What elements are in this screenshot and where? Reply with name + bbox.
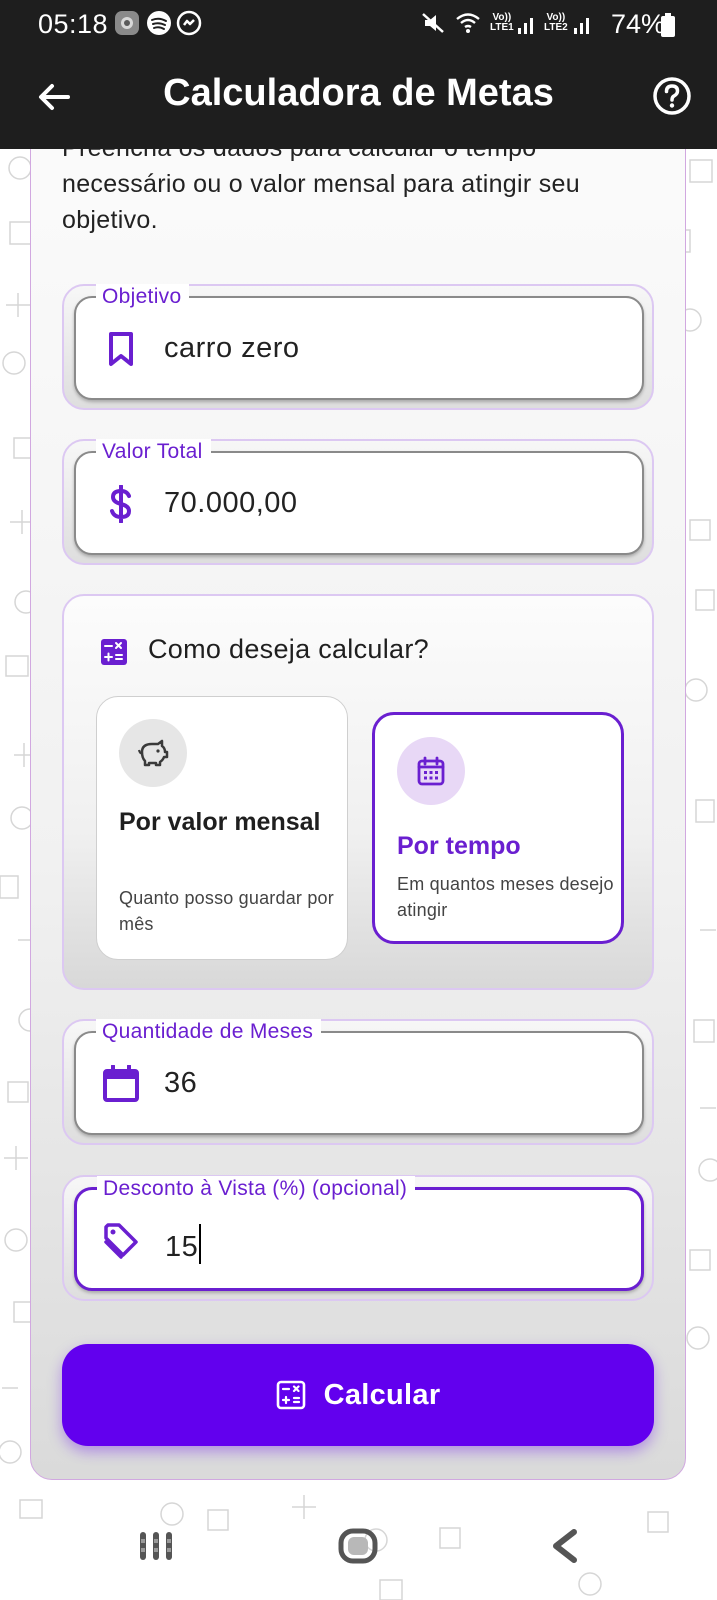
clock: 05:18: [38, 9, 109, 39]
calculation-method-section: Como deseja calcular? Por valor mensal Q…: [62, 594, 654, 990]
objective-label: Objetivo: [96, 284, 190, 310]
wifi-icon: [456, 13, 480, 33]
signal-icon-2: [574, 18, 589, 34]
signal-icon: [518, 18, 533, 34]
system-nav-bar: [0, 1496, 717, 1600]
page-title: Calculadora de Metas: [163, 72, 554, 114]
option-title: Por valor mensal: [119, 808, 321, 836]
calendar-month-icon: [417, 756, 445, 786]
back-icon[interactable]: [544, 1524, 588, 1568]
home-icon[interactable]: [336, 1524, 380, 1568]
months-value: 36: [164, 1067, 198, 1099]
mute-icon: [422, 13, 444, 33]
spotify-icon: [147, 11, 171, 35]
option-description: Em quantos meses desejo atingir: [397, 874, 614, 920]
calculator-icon: [276, 1380, 305, 1410]
battery-icon: [661, 13, 675, 37]
months-field-wrapper: Quantidade de Meses 36: [62, 1019, 654, 1145]
tag-icon: [104, 1223, 138, 1259]
calendar-icon: [103, 1065, 139, 1102]
discount-label: Desconto à Vista (%) (opcional): [97, 1176, 416, 1202]
discount-value: 15: [165, 1231, 199, 1263]
months-label: Quantidade de Meses: [96, 1019, 322, 1045]
bookmark-icon: [109, 332, 133, 366]
option-icon-circle: [397, 737, 465, 805]
calculate-button[interactable]: Calcular: [62, 1344, 654, 1446]
option-title: Por tempo: [397, 832, 521, 860]
option-description: Quanto posso guardar por mês: [119, 888, 334, 934]
network-label-1: Vo)) LTE1: [490, 12, 514, 33]
help-circle-icon[interactable]: [652, 76, 692, 116]
discount-value-wrap: 15: [165, 1224, 202, 1264]
battery-percent: 74%: [610, 9, 665, 39]
option-by-time[interactable]: Por tempo Em quantos meses desejo atingi…: [372, 712, 624, 944]
method-title: Como deseja calcular?: [148, 634, 429, 664]
option-monthly-value[interactable]: Por valor mensal Quanto posso guardar po…: [96, 696, 348, 960]
dollar-icon: [110, 485, 132, 523]
messenger-icon: [176, 10, 202, 36]
total-value-value: 70.000,00: [164, 487, 298, 519]
gallery-app-icon: [115, 11, 139, 35]
calculator-icon: [101, 639, 127, 665]
network-label-2: Vo)) LTE2: [544, 12, 568, 33]
objective-field-wrapper: Objetivo carro zero: [62, 284, 654, 410]
discount-field[interactable]: Desconto à Vista (%) (opcional) 15: [74, 1176, 644, 1291]
discount-field-wrapper: Desconto à Vista (%) (opcional) 15: [62, 1175, 654, 1301]
piggy-bank-icon: [137, 739, 169, 767]
recent-apps-icon[interactable]: [134, 1524, 178, 1568]
objective-value: carro zero: [164, 332, 300, 364]
total-value-field-wrapper: Valor Total 70.000,00: [62, 439, 654, 565]
total-value-field[interactable]: Valor Total 70.000,00: [74, 439, 644, 555]
total-value-label: Valor Total: [96, 439, 211, 465]
app-bar: Calculadora de Metas: [0, 50, 717, 149]
option-icon-circle: [119, 719, 187, 787]
text-cursor: [199, 1224, 202, 1264]
months-field[interactable]: Quantidade de Meses 36: [74, 1019, 644, 1135]
calculate-label: Calcular: [323, 1378, 441, 1411]
status-bar: 05:18 Vo)) LTE1 Vo)) LTE2 74%: [0, 0, 717, 50]
objective-field[interactable]: Objetivo carro zero: [74, 284, 644, 400]
